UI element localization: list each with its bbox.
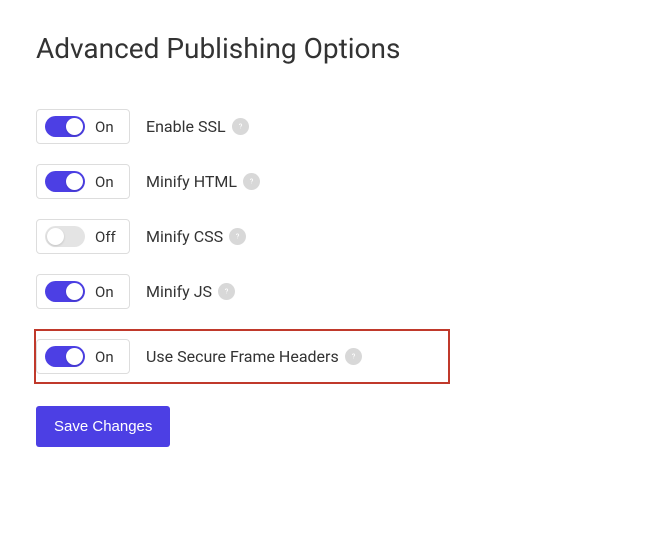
option-label: Minify CSS	[146, 227, 223, 246]
option-row-minify-js: On Minify JS	[36, 274, 636, 309]
toggle-track[interactable]	[45, 226, 85, 247]
toggle-state-label: On	[95, 283, 114, 301]
save-changes-button[interactable]: Save Changes	[36, 406, 170, 447]
toggle-minify-css[interactable]: Off	[36, 219, 130, 254]
toggle-track[interactable]	[45, 346, 85, 367]
option-label-wrap: Enable SSL	[146, 117, 249, 136]
option-label-wrap: Use Secure Frame Headers	[146, 347, 362, 366]
help-icon[interactable]	[218, 283, 235, 300]
toggle-state-label: On	[95, 348, 114, 366]
toggle-track[interactable]	[45, 281, 85, 302]
option-label-wrap: Minify CSS	[146, 227, 246, 246]
option-row-use-secure-frame-headers: On Use Secure Frame Headers	[34, 329, 450, 384]
toggle-use-secure-frame-headers[interactable]: On	[36, 339, 130, 374]
toggle-thumb	[66, 348, 83, 365]
option-row-enable-ssl: On Enable SSL	[36, 109, 636, 144]
help-icon[interactable]	[229, 228, 246, 245]
help-icon[interactable]	[345, 348, 362, 365]
toggle-thumb	[66, 173, 83, 190]
toggle-thumb	[66, 118, 83, 135]
option-label-wrap: Minify JS	[146, 282, 235, 301]
options-list: On Enable SSL On Minify HTML O	[36, 109, 636, 384]
toggle-state-label: On	[95, 173, 114, 191]
toggle-state-label: On	[95, 118, 114, 136]
toggle-minify-js[interactable]: On	[36, 274, 130, 309]
help-icon[interactable]	[232, 118, 249, 135]
toggle-track[interactable]	[45, 171, 85, 192]
help-icon[interactable]	[243, 173, 260, 190]
option-row-minify-html: On Minify HTML	[36, 164, 636, 199]
toggle-track[interactable]	[45, 116, 85, 137]
option-label: Minify JS	[146, 282, 212, 301]
toggle-enable-ssl[interactable]: On	[36, 109, 130, 144]
option-label: Enable SSL	[146, 117, 226, 136]
toggle-minify-html[interactable]: On	[36, 164, 130, 199]
toggle-state-label: Off	[95, 228, 116, 246]
option-label: Use Secure Frame Headers	[146, 347, 339, 366]
toggle-thumb	[66, 283, 83, 300]
option-label: Minify HTML	[146, 172, 237, 191]
page-title: Advanced Publishing Options	[36, 32, 636, 65]
option-row-minify-css: Off Minify CSS	[36, 219, 636, 254]
toggle-thumb	[47, 228, 64, 245]
option-label-wrap: Minify HTML	[146, 172, 260, 191]
